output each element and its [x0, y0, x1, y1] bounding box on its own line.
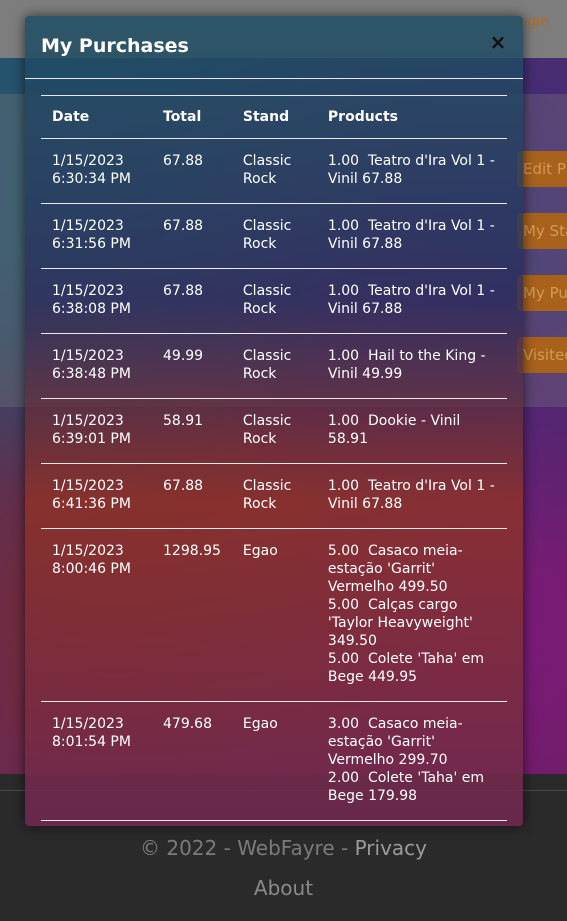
purchases-table: Date Total Stand Products 1/15/2023 6:30… — [41, 95, 507, 821]
purchase-products: 1.00 Dookie - Vinil 58.91 — [316, 398, 507, 464]
purchase-date: 1/15/2023 8:01:54 PM — [41, 701, 152, 821]
purchase-products: 1.00 Hail to the King - Vinil 49.99 — [316, 333, 507, 399]
product-line: 1.00 Teatro d'Ira Vol 1 - Vinil 67.88 — [327, 478, 500, 512]
purchase-products: 5.00 Casaco meia-estação 'Garrit' Vermel… — [316, 528, 507, 702]
purchase-total: 67.88 — [152, 138, 232, 204]
edit-profile-button[interactable]: Edit Profile — [517, 151, 567, 187]
product-line: 1.00 Teatro d'Ira Vol 1 - Vinil 67.88 — [327, 218, 500, 252]
my-stand-button[interactable]: My Stand — [517, 213, 567, 249]
purchase-date: 1/15/2023 6:38:48 PM — [41, 333, 152, 399]
table-row: 1/15/2023 8:01:54 PM 479.68 Egao 3.00 Casac… — [41, 701, 507, 821]
product-line: 1.00 Teatro d'Ira Vol 1 - Vinil 67.88 — [327, 283, 500, 317]
product-line: 1.00 Dookie - Vinil 58.91 — [327, 413, 465, 447]
my-purchases-button[interactable]: My Purchases — [517, 275, 567, 311]
modal-body: Date Total Stand Products 1/15/2023 6:30… — [25, 79, 523, 821]
purchase-total: 67.88 — [152, 463, 232, 529]
purchase-date: 1/15/2023 8:00:46 PM — [41, 528, 152, 702]
purchase-stand: Classic Rock — [231, 268, 317, 334]
purchase-total: 1298.95 — [152, 528, 232, 702]
product-line: 3.00 Casaco meia-estação 'Garrit' Vermel… — [327, 716, 463, 768]
purchase-stand: Classic Rock — [231, 138, 317, 204]
table-row: 1/15/2023 8:00:46 PM 1298.95 Egao 5.00 Casa… — [41, 528, 507, 702]
purchase-date: 1/15/2023 6:39:01 PM — [41, 398, 152, 464]
purchase-date: 1/15/2023 6:30:34 PM — [41, 138, 152, 204]
purchases-table-body: 1/15/2023 6:30:34 PM 67.88 Classic Rock 1.0… — [41, 138, 507, 821]
product-line: 5.00 Calças cargo 'Taylor Heavyweight' 3… — [327, 597, 478, 649]
table-row: 1/15/2023 6:39:01 PM 58.91 Classic Rock 1.0… — [41, 398, 507, 464]
purchase-products: 1.00 Teatro d'Ira Vol 1 - Vinil 67.88 — [316, 463, 507, 529]
column-header-products: Products — [316, 95, 507, 139]
purchase-stand: Classic Rock — [231, 203, 317, 269]
about-link[interactable]: About — [0, 876, 567, 900]
table-row: 1/15/2023 6:38:08 PM 67.88 Classic Rock 1.0… — [41, 268, 507, 334]
purchase-total: 58.91 — [152, 398, 232, 464]
column-header-stand: Stand — [231, 95, 317, 139]
table-header-row: Date Total Stand Products — [41, 95, 507, 139]
column-header-date: Date — [41, 95, 152, 139]
purchase-date: 1/15/2023 6:31:56 PM — [41, 203, 152, 269]
purchase-products: 1.00 Teatro d'Ira Vol 1 - Vinil 67.88 — [316, 138, 507, 204]
purchase-stand: Classic Rock — [231, 398, 317, 464]
table-row: 1/15/2023 6:30:34 PM 67.88 Classic Rock 1.0… — [41, 138, 507, 204]
purchase-products: 1.00 Teatro d'Ira Vol 1 - Vinil 67.88 — [316, 268, 507, 334]
purchase-stand: Classic Rock — [231, 463, 317, 529]
product-line: 5.00 Casaco meia-estação 'Garrit' Vermel… — [327, 543, 463, 595]
table-row: 1/15/2023 6:31:56 PM 67.88 Classic Rock 1.0… — [41, 203, 507, 269]
product-line: 2.00 Colete 'Taha' em Bege 179.98 — [327, 770, 489, 804]
purchase-date: 1/15/2023 6:41:36 PM — [41, 463, 152, 529]
purchase-stand: Egao — [231, 528, 317, 702]
product-line: 5.00 Colete 'Taha' em Bege 449.95 — [327, 651, 489, 685]
modal-title: My Purchases — [41, 35, 189, 57]
purchase-total: 479.68 — [152, 701, 232, 821]
purchase-products: 3.00 Casaco meia-estação 'Garrit' Vermel… — [316, 701, 507, 821]
purchase-products: 1.00 Teatro d'Ira Vol 1 - Vinil 67.88 — [316, 203, 507, 269]
close-icon[interactable]: × — [489, 32, 507, 52]
purchases-modal: My Purchases × Date Total Stand Products… — [25, 16, 523, 826]
visited-fairs-button[interactable]: Visited Fairs — [517, 337, 567, 373]
privacy-link[interactable]: Privacy — [355, 836, 427, 860]
product-line: 1.00 Hail to the King - Vinil 49.99 — [327, 348, 491, 382]
purchase-date: 1/15/2023 6:38:08 PM — [41, 268, 152, 334]
modal-header: My Purchases × — [25, 16, 523, 79]
table-row: 1/15/2023 6:38:48 PM 49.99 Classic Rock 1.0… — [41, 333, 507, 399]
purchase-total: 67.88 — [152, 268, 232, 334]
copyright-text: © 2022 - WebFayre - — [140, 836, 355, 860]
purchase-total: 49.99 — [152, 333, 232, 399]
purchase-stand: Classic Rock — [231, 333, 317, 399]
product-line: 1.00 Teatro d'Ira Vol 1 - Vinil 67.88 — [327, 153, 500, 187]
footer-copyright: © 2022 - WebFayre - Privacy — [0, 836, 567, 860]
purchase-total: 67.88 — [152, 203, 232, 269]
table-row: 1/15/2023 6:41:36 PM 67.88 Classic Rock 1.0… — [41, 463, 507, 529]
column-header-total: Total — [152, 95, 232, 139]
purchase-stand: Egao — [231, 701, 317, 821]
